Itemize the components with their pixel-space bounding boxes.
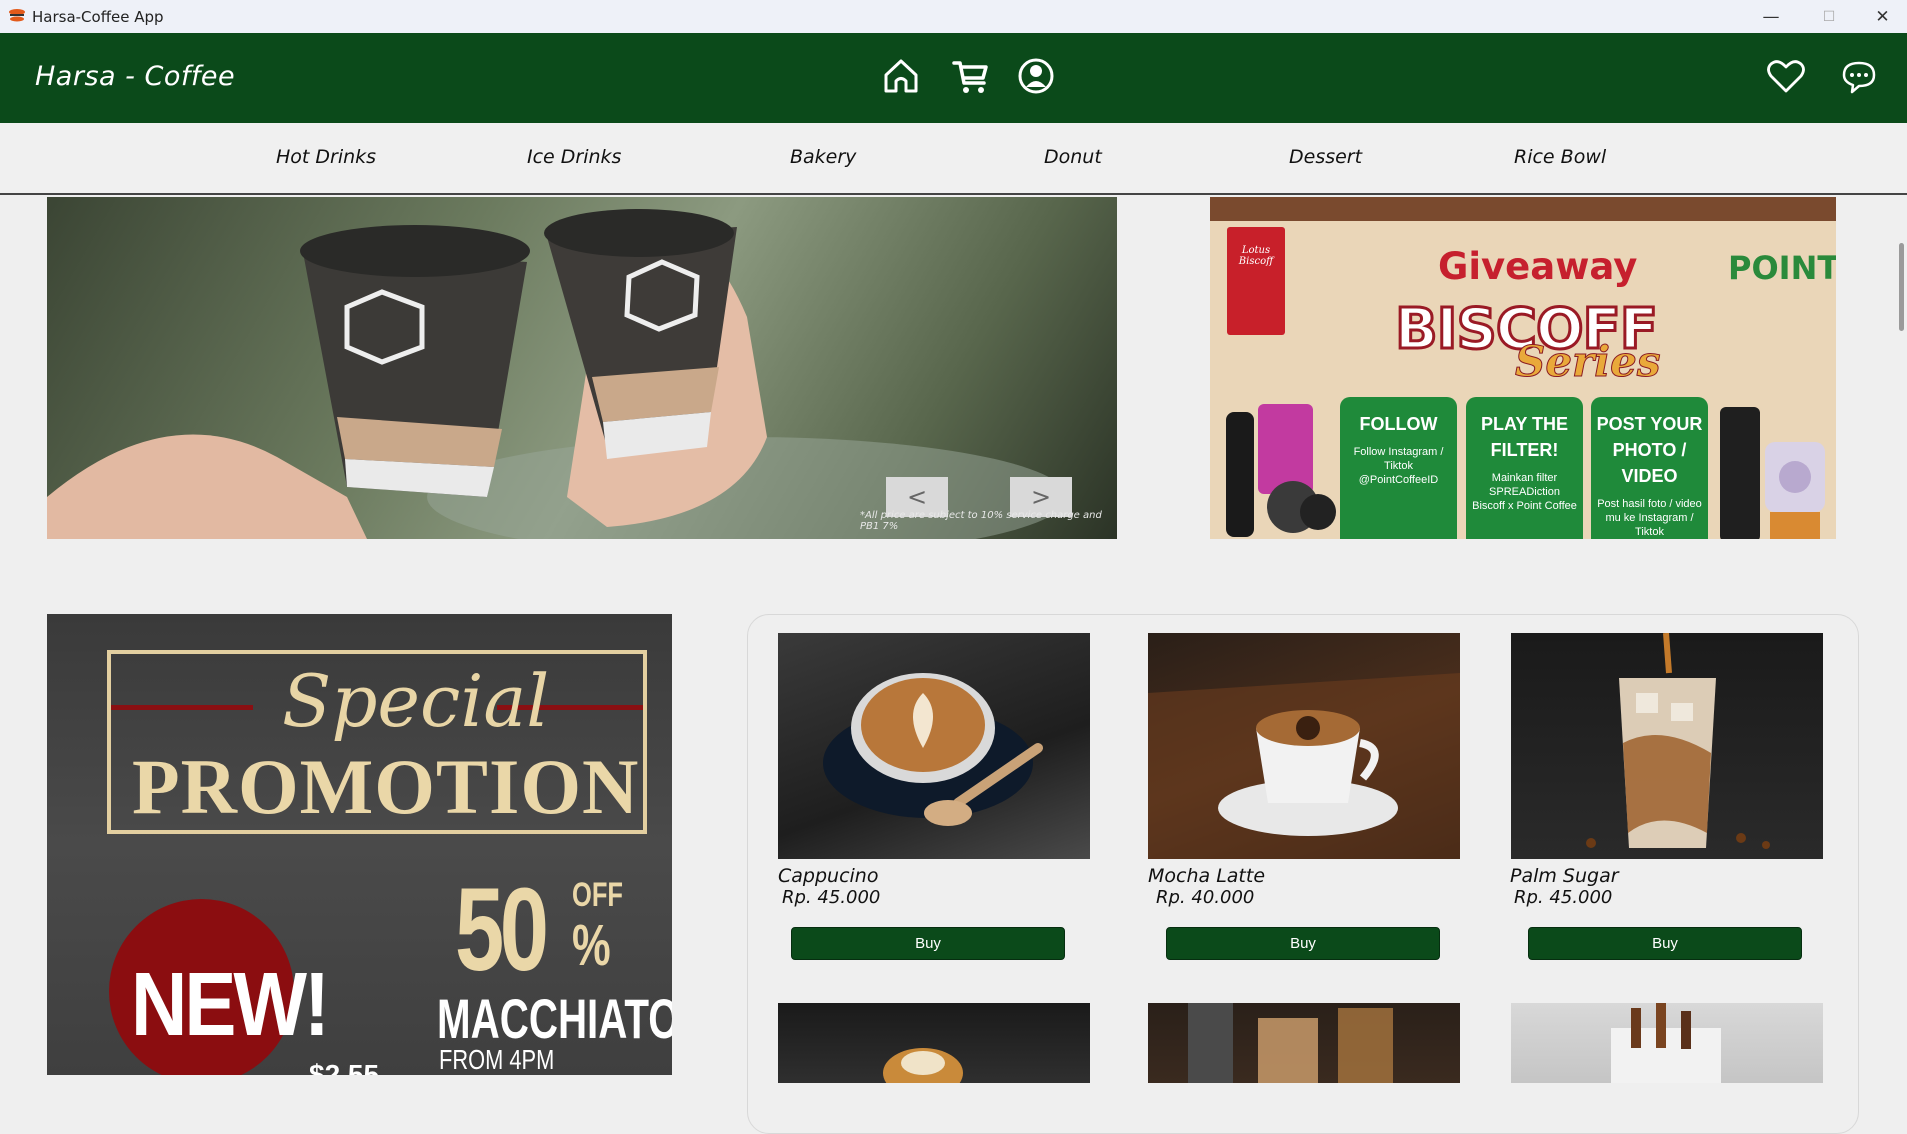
card-title: FOLLOW	[1359, 414, 1438, 434]
category-hot-drinks[interactable]: Hot Drinks	[276, 146, 376, 168]
promo-discount-value: 50	[455, 864, 549, 996]
promo-special: Special	[282, 659, 550, 743]
mocha-latte-illustration	[1148, 673, 1460, 859]
category-rice-bowl[interactable]: Rice Bowl	[1514, 146, 1606, 168]
series-label: Series	[1515, 337, 1662, 387]
product-panel: Cappucino Rp. 45.000 Buy Mocha Latte Rp.…	[747, 614, 1859, 1134]
promotion-banner[interactable]: Special PROMOTION NEW! 50 OFF % MACCHIAT…	[47, 614, 672, 1075]
product-price: Rp. 45.000	[1514, 887, 1613, 908]
promo-item: MACCHIATO	[437, 987, 672, 1050]
cappucino-illustration	[823, 673, 1043, 826]
iced-coffee-illustration	[1188, 1003, 1393, 1083]
category-dessert[interactable]: Dessert	[1289, 146, 1362, 168]
category-donut[interactable]: Donut	[1044, 146, 1102, 168]
promo-percent-sign: %	[572, 913, 611, 978]
hero-banner: < > *All price are subject to 10% servic…	[47, 197, 1117, 539]
coffee-app-icon	[9, 9, 25, 22]
category-bar: Hot Drinks Ice Drinks Bakery Donut Desse…	[0, 123, 1907, 195]
card-text: Follow Instagram / Tiktok @PointCoffeeID	[1353, 446, 1444, 486]
lotus-biscoff-logo: Lotus Biscoff	[1227, 227, 1285, 335]
minimize-button[interactable]: —	[1742, 0, 1800, 33]
cart-icon[interactable]	[950, 55, 992, 97]
promo-time: FROM 4PM CLOSING	[439, 1044, 555, 1075]
card-title: PLAY THE FILTER!	[1480, 414, 1569, 460]
dessert-illustration	[883, 1048, 963, 1083]
window-title: Harsa-Coffee App	[32, 8, 164, 26]
app-header: Harsa - Coffee	[0, 33, 1907, 123]
giveaway-card-filter: PLAY THE FILTER! Mainkan filter SPREADic…	[1466, 397, 1583, 539]
heart-icon[interactable]	[1765, 55, 1807, 97]
merch-illustration-right	[1720, 407, 1825, 539]
point-coffee-logo: POINT	[1728, 249, 1836, 287]
product-image-row2-1[interactable]	[778, 1003, 1090, 1083]
giveaway-card-follow: FOLLOW Follow Instagram / Tiktok @PointC…	[1340, 397, 1457, 539]
buy-button[interactable]: Buy	[791, 927, 1065, 960]
promo-divider-left	[111, 705, 253, 710]
product-price: Rp. 40.000	[1156, 887, 1255, 908]
palm-sugar-image[interactable]	[1511, 633, 1823, 859]
product-name: Cappucino	[778, 865, 879, 887]
vertical-scrollbar[interactable]	[1899, 243, 1904, 331]
window-titlebar: Harsa-Coffee App — ☐ ✕	[0, 0, 1907, 33]
giveaway-banner[interactable]: Lotus Biscoff Giveaway POINT BISCOFF Ser…	[1210, 197, 1836, 539]
promo-new-text: NEW!	[131, 953, 330, 1055]
maximize-button[interactable]: ☐	[1800, 0, 1858, 33]
category-ice-drinks[interactable]: Ice Drinks	[527, 146, 621, 168]
chocolate-illustration	[1611, 1003, 1721, 1083]
product-image-row2-2[interactable]	[1148, 1003, 1460, 1083]
price-disclaimer: *All price are subject to 10% service ch…	[860, 510, 1102, 532]
buy-button[interactable]: Buy	[1528, 927, 1802, 960]
card-text: Post hasil foto / video mu ke Instagram …	[1597, 498, 1702, 538]
card-title: POST YOUR PHOTO / VIDEO	[1596, 414, 1703, 486]
chat-icon[interactable]	[1838, 55, 1880, 97]
product-name: Mocha Latte	[1148, 865, 1266, 887]
cappucino-image[interactable]	[778, 633, 1090, 859]
promo-heading: PROMOTION	[132, 743, 640, 830]
card-text: Mainkan filter SPREADiction Biscoff x Po…	[1472, 472, 1577, 512]
home-icon[interactable]	[880, 55, 922, 97]
mocha-latte-image[interactable]	[1148, 633, 1460, 859]
banner-top-strip	[1210, 197, 1836, 221]
coffee-cups-photo	[47, 209, 1067, 539]
palm-sugar-illustration	[1586, 633, 1770, 849]
product-image-row2-3[interactable]	[1511, 1003, 1823, 1083]
promo-price: $2.55	[309, 1059, 380, 1075]
giveaway-title: Giveaway	[1438, 245, 1638, 288]
product-name: Palm Sugar	[1510, 865, 1619, 887]
category-bakery[interactable]: Bakery	[790, 146, 856, 168]
promo-off-label: OFF	[572, 876, 623, 914]
buy-button[interactable]: Buy	[1166, 927, 1440, 960]
brand-title: Harsa - Coffee	[35, 61, 236, 92]
product-price: Rp. 45.000	[782, 887, 881, 908]
user-icon[interactable]	[1015, 55, 1057, 97]
giveaway-card-post: POST YOUR PHOTO / VIDEO Post hasil foto …	[1591, 397, 1708, 539]
close-button[interactable]: ✕	[1858, 0, 1907, 33]
